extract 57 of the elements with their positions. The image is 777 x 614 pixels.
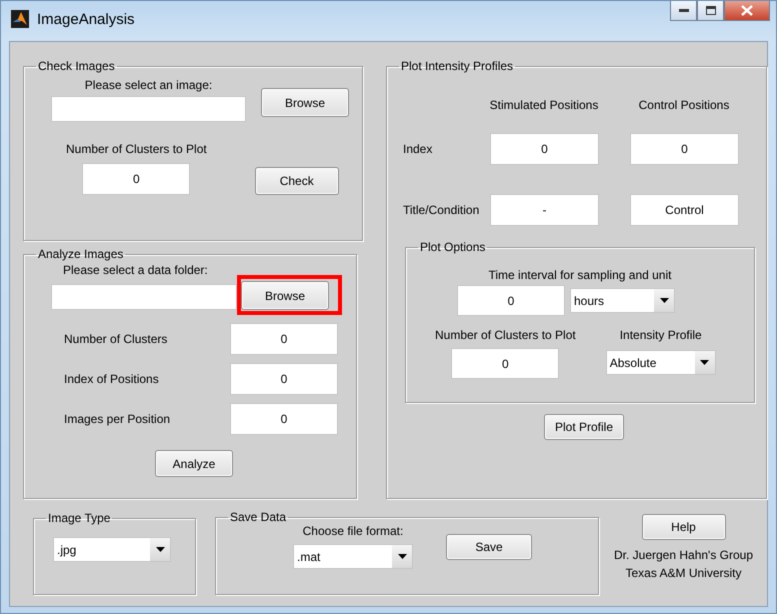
profile-dropdown[interactable]: Absolute <box>606 350 716 375</box>
time-interval-field[interactable]: 0 <box>457 285 565 316</box>
save-button[interactable]: Save <box>446 534 532 560</box>
close-button[interactable] <box>724 1 770 21</box>
analyze-button[interactable]: Analyze <box>155 450 233 477</box>
field-label: Intensity Profile <box>620 328 702 342</box>
minimize-button[interactable] <box>670 1 697 21</box>
field-label: Please select an image: <box>84 78 214 92</box>
field-label: Number of Clusters <box>63 332 168 346</box>
field-label: Choose file format: <box>302 524 404 538</box>
column-header: Control Positions <box>638 98 730 112</box>
app-logo-icon <box>11 10 29 28</box>
column-header: Stimulated Positions <box>489 98 599 112</box>
browse-button[interactable]: Browse <box>261 88 349 117</box>
check-button[interactable]: Check <box>254 167 339 195</box>
clusters-field[interactable]: 0 <box>82 163 190 195</box>
field-label: Number of Clusters to Plot <box>66 142 207 156</box>
row-label: Index <box>403 142 434 156</box>
number-field[interactable]: 0 <box>230 403 338 435</box>
number-field[interactable]: 0 <box>230 323 338 355</box>
caret-icon <box>398 554 406 559</box>
field-label: Time interval for sampling and unit <box>488 268 672 282</box>
field-label: Images per Position <box>63 412 172 426</box>
close-icon <box>741 5 753 16</box>
file-format-dropdown[interactable]: .mat <box>293 544 413 569</box>
caret-icon <box>700 360 710 365</box>
caret-icon <box>156 547 164 552</box>
panel-title: Check Images <box>37 59 116 73</box>
text-field[interactable]: Control <box>630 194 739 226</box>
text-field[interactable]: 0 <box>630 133 739 165</box>
unit-dropdown[interactable]: hours <box>570 288 675 313</box>
browse-button[interactable]: Browse <box>241 281 329 310</box>
folder-path-field[interactable] <box>51 284 237 310</box>
plot-profile-button[interactable]: Plot Profile <box>544 414 624 440</box>
clusters-field[interactable]: 0 <box>451 348 560 379</box>
panel-title: Save Data <box>229 510 288 524</box>
field-label: Number of Clusters to Plot <box>435 328 576 342</box>
caret-icon <box>660 298 668 303</box>
minimize-icon <box>678 9 688 12</box>
help-button[interactable]: Help <box>642 514 726 540</box>
credit-text: Texas A&M University <box>625 566 742 580</box>
field-label: Please select a data folder: <box>63 263 208 277</box>
text-field[interactable]: - <box>490 194 599 226</box>
window-title: ImageAnalysis <box>37 11 135 28</box>
text-field[interactable]: 0 <box>490 133 599 165</box>
image-path-field[interactable] <box>51 96 246 122</box>
number-field[interactable]: 0 <box>230 363 338 395</box>
panel-title: Plot Options <box>419 240 486 254</box>
image-type-dropdown[interactable]: .jpg <box>53 537 171 562</box>
panel-title: Plot Intensity Profiles <box>400 59 514 73</box>
maximize-button[interactable] <box>697 1 724 21</box>
maximize-icon <box>706 6 716 15</box>
field-label: Index of Positions <box>63 372 160 386</box>
row-label: Title/Condition <box>403 203 480 217</box>
credit-text: Dr. Juergen Hahn's Group <box>614 548 754 562</box>
panel-title: Image Type <box>47 511 112 525</box>
panel-title: Analyze Images <box>37 247 124 261</box>
